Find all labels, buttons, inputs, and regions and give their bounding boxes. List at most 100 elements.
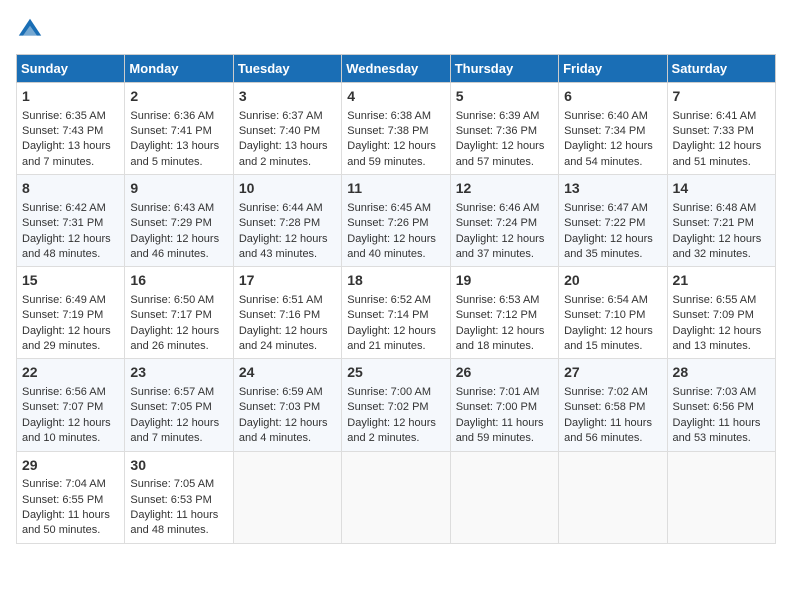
day-number: 9 [130, 179, 227, 199]
day-info-line: Sunset: 7:14 PM [347, 308, 444, 323]
day-info-line: and 40 minutes. [347, 247, 444, 262]
day-info-line: and 46 minutes. [130, 247, 227, 262]
calendar-week-1: 1Sunrise: 6:35 AMSunset: 7:43 PMDaylight… [17, 83, 776, 175]
day-number: 18 [347, 271, 444, 291]
day-info-line: Sunrise: 6:55 AM [673, 293, 770, 308]
day-info-line: and 53 minutes. [673, 431, 770, 446]
day-info-line: and 35 minutes. [564, 247, 661, 262]
day-number: 22 [22, 363, 119, 383]
day-info-line: Sunrise: 6:57 AM [130, 385, 227, 400]
calendar-cell [342, 451, 450, 543]
col-header-tuesday: Tuesday [233, 55, 341, 83]
day-info-line: Sunrise: 6:47 AM [564, 201, 661, 216]
day-info-line: Daylight: 11 hours [673, 416, 770, 431]
day-number: 26 [456, 363, 553, 383]
calendar-cell: 8Sunrise: 6:42 AMSunset: 7:31 PMDaylight… [17, 175, 125, 267]
calendar-header-row: SundayMondayTuesdayWednesdayThursdayFrid… [17, 55, 776, 83]
day-info-line: Sunset: 7:05 PM [130, 400, 227, 415]
calendar-cell: 12Sunrise: 6:46 AMSunset: 7:24 PMDayligh… [450, 175, 558, 267]
day-info-line: Sunrise: 7:05 AM [130, 477, 227, 492]
day-info-line: and 7 minutes. [130, 431, 227, 446]
day-info-line: Daylight: 11 hours [456, 416, 553, 431]
col-header-saturday: Saturday [667, 55, 775, 83]
day-info-line: Sunset: 6:53 PM [130, 493, 227, 508]
day-info-line: Sunrise: 6:52 AM [347, 293, 444, 308]
day-info-line: Sunrise: 7:04 AM [22, 477, 119, 492]
day-number: 12 [456, 179, 553, 199]
day-number: 1 [22, 87, 119, 107]
calendar-week-4: 22Sunrise: 6:56 AMSunset: 7:07 PMDayligh… [17, 359, 776, 451]
day-info-line: Daylight: 12 hours [239, 416, 336, 431]
day-number: 24 [239, 363, 336, 383]
day-info-line: Daylight: 12 hours [564, 324, 661, 339]
day-number: 20 [564, 271, 661, 291]
day-info-line: and 32 minutes. [673, 247, 770, 262]
day-info-line: Sunrise: 6:54 AM [564, 293, 661, 308]
day-number: 29 [22, 456, 119, 476]
day-info-line: Sunset: 7:43 PM [22, 124, 119, 139]
calendar-cell: 17Sunrise: 6:51 AMSunset: 7:16 PMDayligh… [233, 267, 341, 359]
day-info-line: Sunrise: 6:42 AM [22, 201, 119, 216]
day-number: 15 [22, 271, 119, 291]
calendar-cell [667, 451, 775, 543]
day-info-line: Sunrise: 6:39 AM [456, 109, 553, 124]
day-info-line: and 4 minutes. [239, 431, 336, 446]
day-info-line: Sunset: 7:29 PM [130, 216, 227, 231]
day-info-line: and 29 minutes. [22, 339, 119, 354]
calendar-cell: 10Sunrise: 6:44 AMSunset: 7:28 PMDayligh… [233, 175, 341, 267]
day-info-line: and 24 minutes. [239, 339, 336, 354]
day-info-line: and 50 minutes. [22, 523, 119, 538]
day-number: 4 [347, 87, 444, 107]
day-info-line: Sunset: 7:21 PM [673, 216, 770, 231]
day-number: 5 [456, 87, 553, 107]
calendar-cell: 6Sunrise: 6:40 AMSunset: 7:34 PMDaylight… [559, 83, 667, 175]
col-header-wednesday: Wednesday [342, 55, 450, 83]
day-info-line: Sunset: 7:00 PM [456, 400, 553, 415]
day-info-line: Sunrise: 6:45 AM [347, 201, 444, 216]
day-info-line: Sunrise: 6:40 AM [564, 109, 661, 124]
calendar-week-2: 8Sunrise: 6:42 AMSunset: 7:31 PMDaylight… [17, 175, 776, 267]
day-number: 6 [564, 87, 661, 107]
day-number: 13 [564, 179, 661, 199]
day-number: 7 [673, 87, 770, 107]
logo [16, 16, 48, 44]
calendar-cell: 14 Sunrise: 6:48 AMSunset: 7:21 PMDayligh… [667, 175, 775, 267]
day-info-line: Sunset: 7:38 PM [347, 124, 444, 139]
day-info-line: Daylight: 11 hours [22, 508, 119, 523]
calendar-cell: 3Sunrise: 6:37 AMSunset: 7:40 PMDaylight… [233, 83, 341, 175]
day-number: 14 [673, 179, 770, 199]
day-info-line: Daylight: 12 hours [673, 139, 770, 154]
day-info-line: Sunrise: 6:59 AM [239, 385, 336, 400]
day-info-line: Sunrise: 6:46 AM [456, 201, 553, 216]
col-header-friday: Friday [559, 55, 667, 83]
calendar-cell: 1Sunrise: 6:35 AMSunset: 7:43 PMDaylight… [17, 83, 125, 175]
calendar-cell [559, 451, 667, 543]
day-info-line: and 48 minutes. [130, 523, 227, 538]
calendar-cell: 15Sunrise: 6:49 AMSunset: 7:19 PMDayligh… [17, 267, 125, 359]
day-info-line: Daylight: 12 hours [564, 139, 661, 154]
day-info-line: Sunset: 7:26 PM [347, 216, 444, 231]
day-number: 30 [130, 456, 227, 476]
day-info-line: Daylight: 12 hours [130, 416, 227, 431]
day-info-line: Sunrise: 6:48 AM [673, 201, 770, 216]
day-number: 23 [130, 363, 227, 383]
day-number: 2 [130, 87, 227, 107]
day-info-line: Daylight: 12 hours [130, 232, 227, 247]
day-number: 8 [22, 179, 119, 199]
day-info-line: and 59 minutes. [347, 155, 444, 170]
day-number: 19 [456, 271, 553, 291]
calendar-cell: 20 Sunrise: 6:54 AMSunset: 7:10 PMDayligh… [559, 267, 667, 359]
day-info-line: Daylight: 12 hours [673, 232, 770, 247]
calendar-cell: 22Sunrise: 6:56 AMSunset: 7:07 PMDayligh… [17, 359, 125, 451]
calendar-week-3: 15Sunrise: 6:49 AMSunset: 7:19 PMDayligh… [17, 267, 776, 359]
day-info-line: Sunrise: 6:43 AM [130, 201, 227, 216]
page-header [16, 16, 776, 44]
day-number: 3 [239, 87, 336, 107]
day-info-line: Sunset: 7:22 PM [564, 216, 661, 231]
day-info-line: and 57 minutes. [456, 155, 553, 170]
day-info-line: Sunrise: 7:02 AM [564, 385, 661, 400]
col-header-sunday: Sunday [17, 55, 125, 83]
day-info-line: Sunset: 7:02 PM [347, 400, 444, 415]
day-info-line: Sunset: 7:10 PM [564, 308, 661, 323]
calendar-table: SundayMondayTuesdayWednesdayThursdayFrid… [16, 54, 776, 544]
